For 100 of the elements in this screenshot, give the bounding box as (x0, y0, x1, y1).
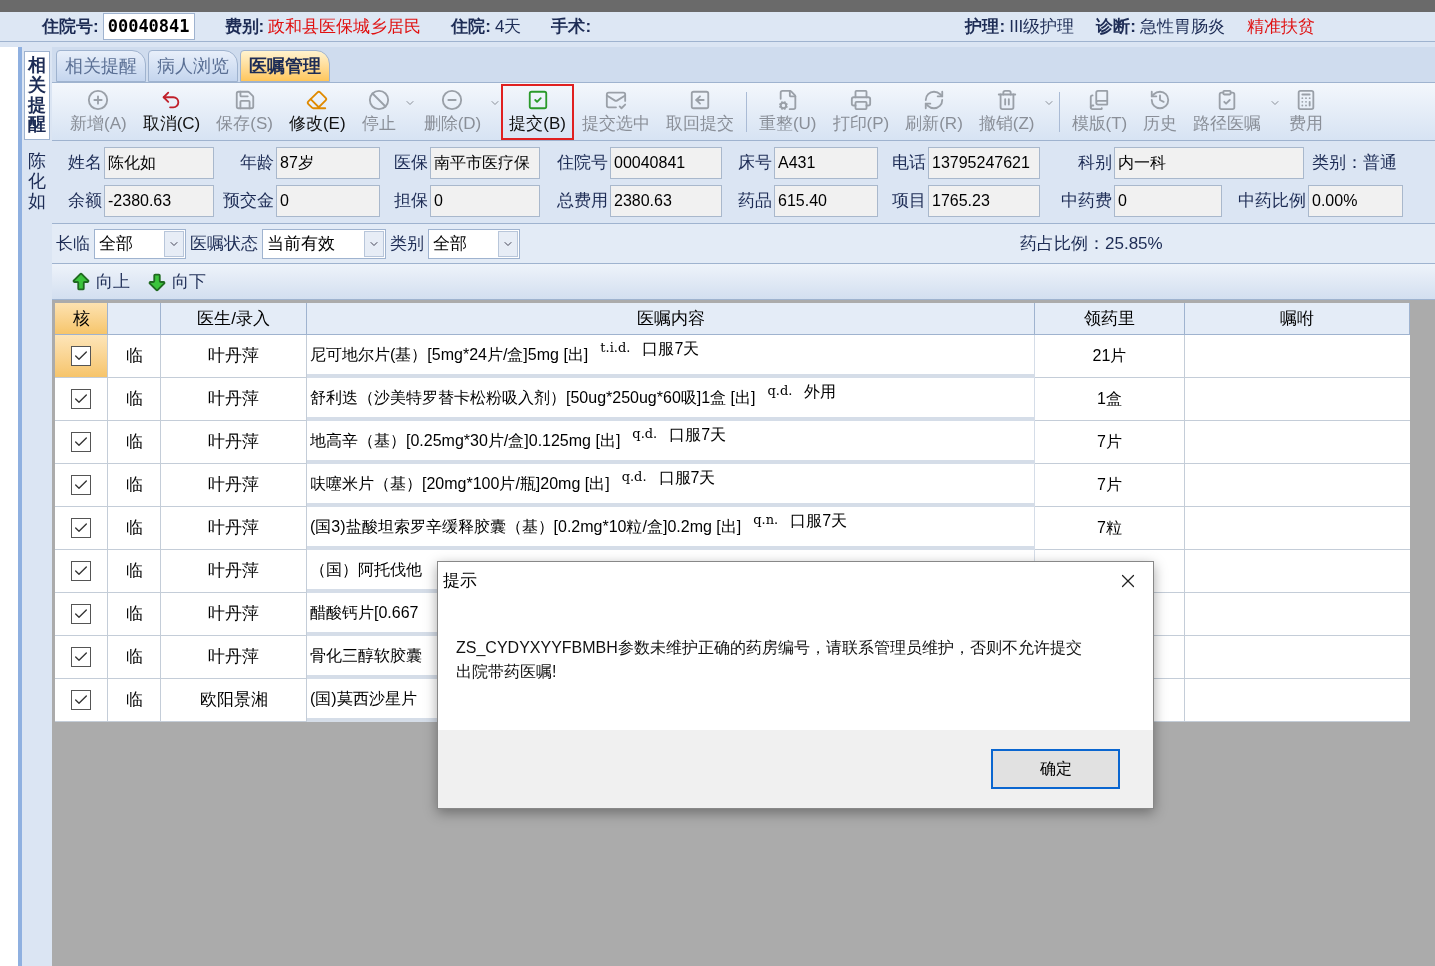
checkbox[interactable] (71, 604, 91, 624)
order-content: （国）阿托伐他 (310, 560, 422, 580)
field-label: 床号 (737, 152, 773, 175)
order-content: 呋噻米片（基）[20mg*100片/瓶]20mg [出] (310, 474, 610, 494)
check-cell[interactable] (55, 507, 108, 550)
side-tab[interactable]: 相关提醒 (24, 51, 50, 141)
checkbox[interactable] (71, 690, 91, 710)
field-label: 姓名 (67, 152, 103, 175)
order-content: 醋酸钙片[0.667 (310, 603, 419, 623)
order-content: 尼可地尔片(基）[5mg*24片/盒]5mg [出] (310, 345, 589, 365)
quantity-text: 7片 (1097, 475, 1122, 495)
order-frequency: q.d. (632, 425, 658, 443)
move-button[interactable]: 向上 (70, 268, 130, 295)
header-label: 护理: (965, 15, 1006, 38)
tab[interactable]: 相关提醒 (56, 50, 146, 82)
field-label: 中药比例 (1237, 190, 1307, 213)
check-cell[interactable] (55, 421, 108, 464)
field-label: 项目 (891, 190, 927, 213)
info-field: A431 (774, 147, 878, 179)
check-cell[interactable] (55, 378, 108, 421)
stop-sign-icon (367, 88, 390, 111)
toolbar-button[interactable]: 提交(B) (501, 83, 574, 140)
column-header: 核 (55, 303, 108, 335)
book-icon (1088, 88, 1111, 111)
table-cell: 临 (108, 679, 161, 722)
header-value: 急性胃肠炎 (1140, 15, 1225, 38)
checkbox[interactable] (71, 346, 91, 366)
order-usage: 口服7天 (642, 339, 700, 359)
move-button[interactable]: 向下 (146, 268, 206, 295)
header-value: III级护理 (1009, 15, 1075, 38)
tab[interactable]: 医嘱管理 (240, 50, 330, 82)
check-cell[interactable] (55, 464, 108, 507)
header-value: 4天 (494, 15, 522, 38)
field-label: 余额 (67, 190, 103, 213)
header-value: 政和县医保城乡居民 (268, 15, 422, 38)
order-frequency: q.d. (767, 382, 793, 400)
check-cell[interactable] (55, 679, 108, 722)
info-field: 0 (430, 185, 540, 217)
dialog-message: ZS_CYDYXYYFBMBH参数未维护正确的药房编号，请联系管理员维护，否则不允许提交出院带药医嘱! (456, 638, 1083, 682)
side-tab[interactable]: 陈化如 (24, 148, 50, 216)
admission-number-field: 00040841 (102, 12, 195, 41)
quantity-text: 21片 (1092, 346, 1127, 366)
order-frequency: t.i.d. (600, 339, 631, 357)
order-content: 舒利迭（沙美特罗替卡松粉吸入剂）[50ug*250ug*60吸]1盒 [出] (310, 388, 756, 408)
info-field: 0.00% (1308, 185, 1403, 217)
filter-dropdown[interactable]: 全部 (94, 228, 186, 259)
info-field: 2380.63 (610, 185, 722, 217)
info-field: -2380.63 (104, 185, 214, 217)
order-content: (国)莫西沙星片 (310, 689, 417, 709)
info-field: 13795247621 (928, 147, 1040, 179)
refresh-icon (923, 88, 945, 111)
toolbar-button[interactable]: 取消(C) (134, 83, 209, 140)
info-field: 87岁 (276, 147, 380, 179)
field-label: 预交金 (222, 190, 275, 213)
quantity-text: 7片 (1097, 432, 1122, 452)
checkbox[interactable] (71, 475, 91, 495)
plus-circle-icon (87, 88, 110, 111)
header-label: 住院号: (42, 15, 99, 38)
order-content: 地高辛（基）[0.25mg*30片/盒]0.125mg [出] (310, 431, 621, 451)
field-label: 年龄 (239, 152, 275, 175)
tab[interactable]: 病人浏览 (148, 50, 238, 82)
filter-label: 类别 (390, 232, 424, 255)
info-field: 内一科 (1114, 147, 1304, 179)
check-cell[interactable] (55, 335, 108, 378)
field-label: 总费用 (556, 190, 609, 213)
printer-icon (849, 88, 872, 111)
quantity-text: 1盒 (1097, 389, 1122, 409)
document-icon (776, 88, 799, 111)
check-cell[interactable] (55, 550, 108, 593)
order-usage: 口服7天 (790, 511, 848, 531)
order-content: 骨化三醇软胶囊 (310, 646, 422, 666)
check-cell[interactable] (55, 593, 108, 636)
info-field: 南平市医疗保 (430, 147, 540, 179)
check-cell[interactable] (55, 636, 108, 679)
trash-icon (995, 88, 1018, 111)
checkbox[interactable] (71, 432, 91, 452)
toolbar-button[interactable]: 修改(E) (280, 83, 354, 140)
header-label: 手术: (551, 15, 592, 38)
info-field: 陈化如 (104, 147, 214, 179)
order-frequency: q.d. (621, 468, 647, 486)
field-label: 住院号 (556, 152, 609, 175)
field-label: 药品 (737, 190, 773, 213)
field-label: 中药费 (1060, 190, 1113, 213)
checkbox[interactable] (71, 389, 91, 409)
checkbox[interactable] (71, 561, 91, 581)
header-label: 诊断: (1096, 15, 1136, 38)
filter-dropdown[interactable]: 当前有效 (262, 228, 386, 259)
up-arrow-icon (70, 270, 92, 293)
clock-icon (1149, 88, 1172, 111)
order-usage: 外用 (804, 382, 837, 402)
dialog-title: 提示 (443, 570, 477, 593)
checkbox[interactable] (71, 647, 91, 667)
checked-box-icon (526, 88, 549, 111)
order-content: (国3)盐酸坦索罗辛缓释胶囊（基）[0.2mg*10粒/盒]0.2mg [出] (310, 517, 742, 537)
ok-button[interactable]: 确定 (991, 749, 1120, 789)
arrow-left-box-icon (688, 88, 711, 111)
filter-dropdown[interactable]: 全部 (428, 228, 520, 259)
header-value: 精准扶贫 (1247, 15, 1315, 38)
checkbox[interactable] (71, 518, 91, 538)
table-cell: 欧阳景湘 (161, 679, 307, 722)
